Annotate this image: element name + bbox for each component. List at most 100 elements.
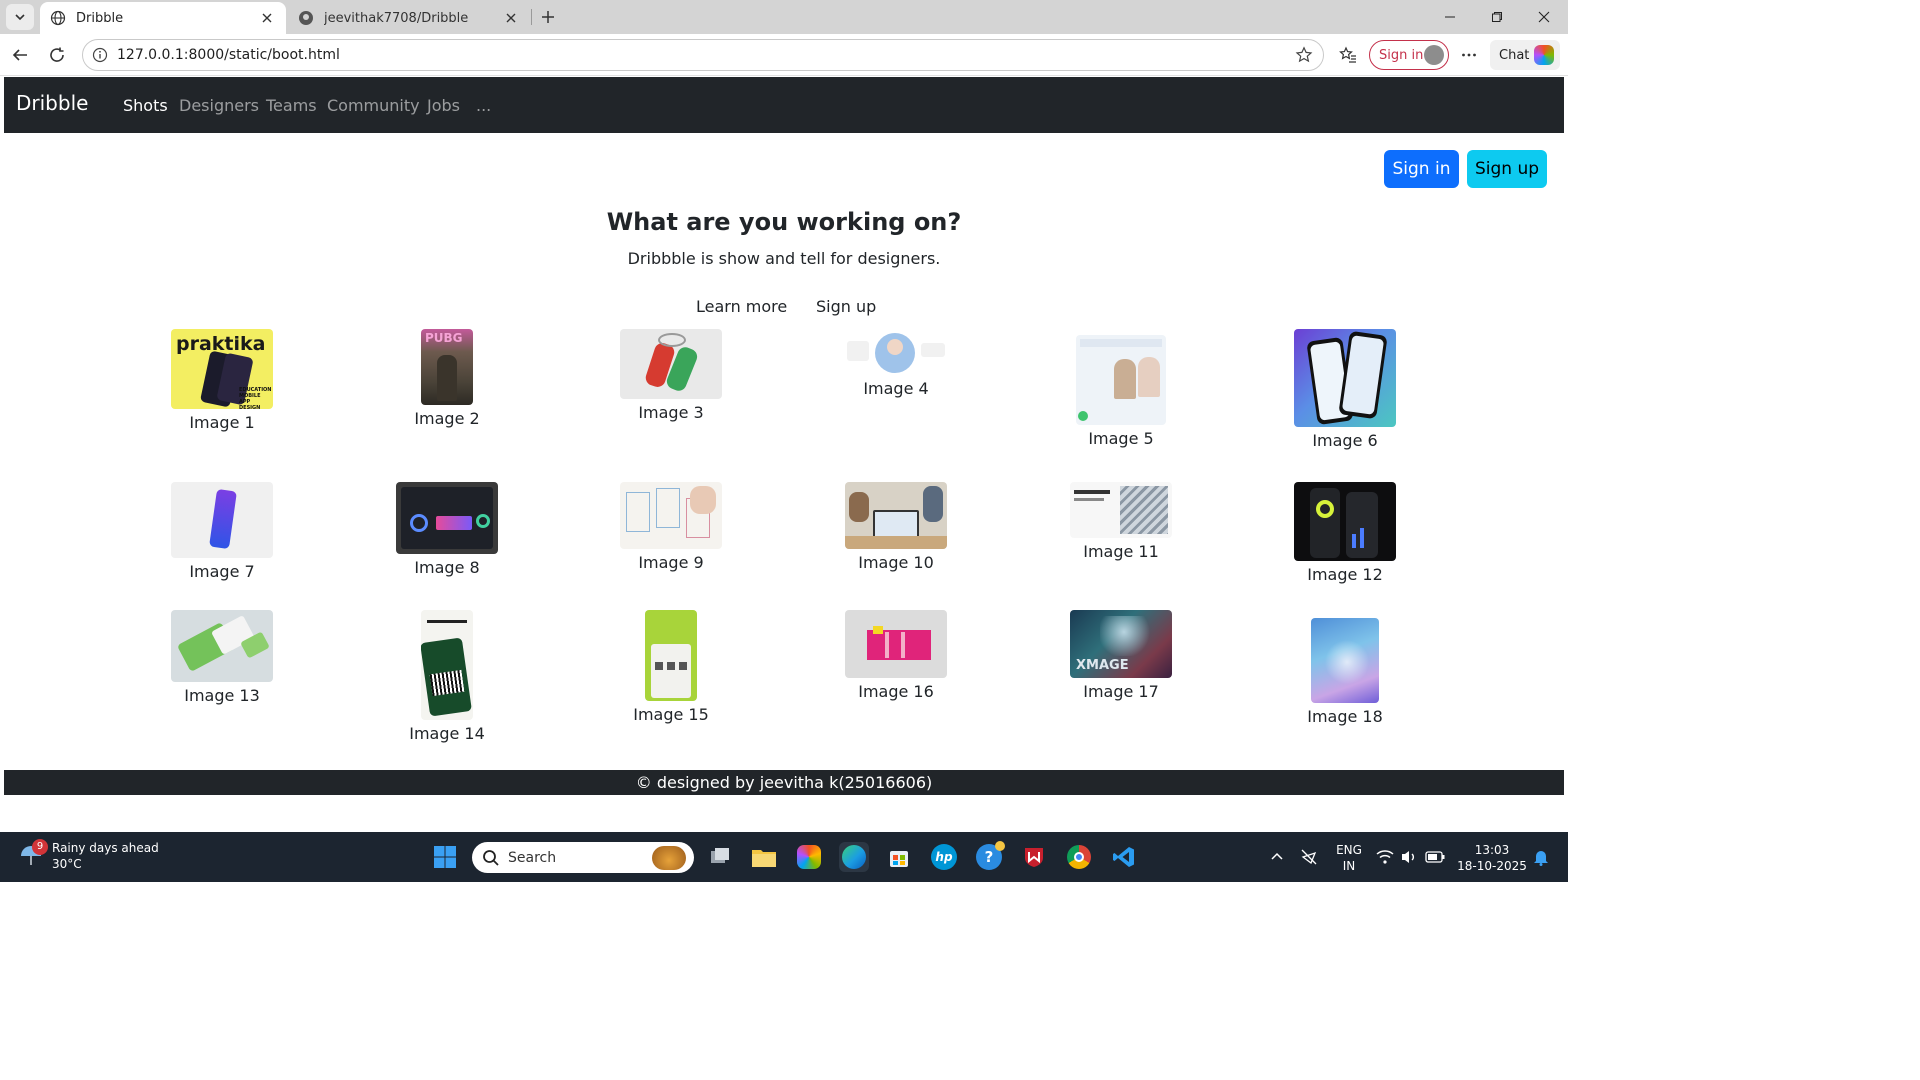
shot-caption: Image 8 [414, 558, 480, 577]
edge-button[interactable] [839, 842, 869, 872]
file-explorer-button[interactable] [749, 842, 779, 872]
shot-card[interactable]: Image 9 [620, 482, 722, 572]
tab-title: jeevithak7708/Dribble [324, 10, 469, 26]
shot-card[interactable]: Image 6 [1294, 329, 1396, 450]
info-icon[interactable] [91, 46, 109, 64]
weather-badge: 9 [32, 839, 48, 855]
restore-button[interactable] [1475, 4, 1519, 30]
shot-image[interactable] [1076, 335, 1166, 425]
notifications-button[interactable] [1526, 842, 1556, 872]
address-bar[interactable]: 127.0.0.1:8000/static/boot.html [82, 39, 1324, 71]
nav-link-teams[interactable]: Teams [266, 96, 317, 115]
nav-link-more[interactable]: ... [476, 96, 491, 115]
shot-image[interactable]: XMAGE [1070, 610, 1172, 678]
shot-card[interactable]: Image 16 [845, 610, 947, 701]
shot-image[interactable] [845, 329, 947, 375]
shot-image[interactable] [1294, 482, 1396, 561]
shot-card[interactable]: Image 3 [620, 329, 722, 422]
tab-list-button[interactable] [6, 4, 34, 30]
vscode-button[interactable] [1109, 842, 1139, 872]
shot-card[interactable]: Image 18 [1294, 618, 1396, 726]
learn-more-link[interactable]: Learn more [696, 297, 787, 316]
weather-widget[interactable]: 9 Rainy days ahead 30°C [18, 839, 159, 872]
back-button[interactable] [6, 41, 34, 69]
shot-card[interactable]: PUBG Image 2 [396, 329, 498, 428]
shot-caption: Image 10 [858, 553, 934, 572]
more-menu-button[interactable] [1455, 41, 1483, 69]
shot-image[interactable] [845, 610, 947, 678]
reload-button[interactable] [43, 41, 71, 69]
battery-button[interactable] [1420, 842, 1450, 872]
shot-image[interactable] [1311, 618, 1379, 703]
shot-image[interactable] [421, 610, 473, 720]
site-footer: © designed by jeevitha k(25016606) [4, 770, 1564, 795]
shot-card[interactable]: praktika EDUCATION MOBILE APP DESIGN Ima… [171, 329, 273, 432]
help-button[interactable]: ? [974, 841, 1005, 872]
shot-card[interactable]: XMAGE Image 17 [1070, 610, 1172, 701]
url-text[interactable]: 127.0.0.1:8000/static/boot.html [117, 47, 1291, 63]
sign-up-button[interactable]: Sign up [1467, 150, 1547, 188]
shot-image[interactable] [171, 610, 273, 682]
shot-image[interactable] [845, 482, 947, 549]
shot-card[interactable]: Image 10 [845, 482, 947, 572]
chevron-up-icon [1271, 852, 1283, 860]
nav-link-community[interactable]: Community [327, 96, 420, 115]
navbar-brand[interactable]: Dribble [16, 91, 88, 115]
shot-image[interactable] [620, 329, 722, 399]
nav-link-designers[interactable]: Designers [179, 96, 259, 115]
location-off-button[interactable] [1294, 842, 1324, 872]
task-view-button[interactable] [705, 842, 735, 872]
shot-caption: Image 18 [1307, 707, 1383, 726]
store-button[interactable] [884, 842, 914, 872]
shot-image[interactable] [620, 482, 722, 549]
copilot-chat-button[interactable]: Chat [1490, 40, 1560, 70]
profile-sign-in-button[interactable]: Sign in [1369, 40, 1449, 70]
hero-sign-up-link[interactable]: Sign up [816, 297, 876, 316]
hp-button[interactable]: hp [929, 842, 959, 872]
shot-image[interactable] [1294, 329, 1396, 427]
new-tab-button[interactable] [536, 5, 560, 29]
clock[interactable]: 13:03 18-10-2025 [1456, 842, 1528, 874]
show-hidden-icons-button[interactable] [1262, 842, 1292, 872]
mcafee-button[interactable] [1019, 842, 1049, 872]
chrome-icon [1067, 845, 1091, 869]
shot-caption: Image 1 [189, 413, 255, 432]
chrome-button[interactable] [1064, 842, 1094, 872]
shot-image[interactable] [396, 482, 498, 554]
shot-card[interactable]: Image 5 [1070, 335, 1172, 448]
shot-card[interactable]: Image 15 [620, 610, 722, 724]
shot-image[interactable] [645, 610, 697, 701]
favorites-button[interactable] [1334, 41, 1362, 69]
minimize-button[interactable] [1428, 4, 1472, 30]
shot-image[interactable] [1070, 482, 1172, 538]
shot-card[interactable]: Image 14 [396, 610, 498, 743]
shot-image[interactable]: praktika EDUCATION MOBILE APP DESIGN [171, 329, 273, 409]
shot-card[interactable]: Image 13 [171, 610, 273, 705]
nav-link-jobs[interactable]: Jobs [427, 96, 460, 115]
shot-card[interactable]: Image 11 [1070, 482, 1172, 561]
start-button[interactable] [430, 842, 460, 872]
shot-card[interactable]: Image 8 [396, 482, 498, 577]
tab-dribble[interactable]: Dribble [40, 2, 286, 34]
shot-caption: Image 15 [633, 705, 709, 724]
language-indicator[interactable]: ENG IN [1334, 842, 1364, 874]
close-icon[interactable] [258, 9, 276, 27]
nav-link-shots[interactable]: Shots [123, 96, 168, 115]
mcafee-shield-icon [1025, 848, 1043, 867]
tab-github[interactable]: jeevithak7708/Dribble [288, 2, 530, 34]
sign-in-button[interactable]: Sign in [1384, 150, 1459, 188]
favorite-star-icon[interactable] [1291, 42, 1317, 68]
minimize-icon [1445, 16, 1455, 18]
shot-image[interactable] [171, 482, 273, 558]
copilot-icon [797, 845, 821, 869]
shot-card[interactable]: Image 7 [171, 482, 273, 581]
copilot-taskbar-button[interactable] [794, 842, 824, 872]
close-window-button[interactable] [1522, 4, 1566, 30]
restore-icon [1492, 12, 1502, 22]
shot-card[interactable]: Image 12 [1294, 482, 1396, 584]
taskbar-search[interactable]: Search [472, 842, 694, 873]
shot-card[interactable]: Image 4 [845, 329, 947, 398]
shot-image[interactable]: PUBG [421, 329, 473, 405]
close-icon[interactable] [502, 9, 520, 27]
shot-caption: Image 14 [409, 724, 485, 743]
